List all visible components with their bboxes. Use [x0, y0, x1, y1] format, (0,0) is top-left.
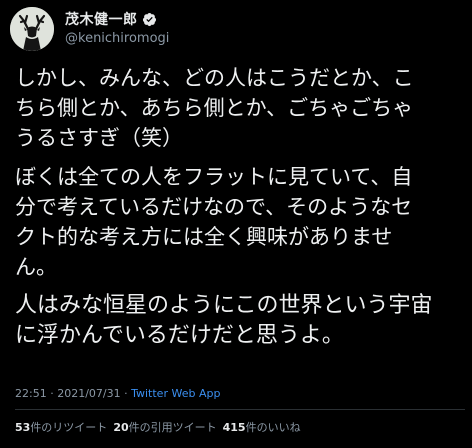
tweet-paragraph: ぼくは全ての人をフラットに見ていて、自 分で考えているだけなので、そのようなセ …: [15, 162, 465, 282]
tweet-line: に浮かんでいるだけだと思うよ。: [15, 323, 344, 348]
tweet-paragraph: しかし、みんな、どの人はこうだとか、こ ちら側とか、あちら側とか、ごちゃごちゃ …: [15, 63, 465, 153]
tweet-time[interactable]: 22:51: [15, 387, 47, 400]
meta-separator: ·: [50, 387, 54, 400]
tweet-line: ぼくは全ての人をフラットに見ていて、自: [15, 165, 413, 189]
tweet-line: ちら側とか、あちら側とか、ごちゃごちゃ: [15, 96, 414, 120]
tweet-date[interactable]: 2021/07/31: [57, 387, 120, 400]
tweet-line: ん。: [15, 255, 57, 279]
retweets-stat[interactable]: 53件のリツイート: [15, 419, 107, 435]
retweets-count: 53: [15, 421, 31, 434]
likes-stat[interactable]: 415件のいいね: [223, 419, 301, 435]
tweet-text: しかし、みんな、どの人はこうだとか、こ ちら側とか、あちら側とか、ごちゃごちゃ …: [15, 63, 465, 360]
tweet-stats: 53件のリツイート 20件の引用ツイート 415件のいいね: [15, 419, 307, 435]
display-name[interactable]: 茂木健一郎: [65, 9, 138, 29]
tweet-meta: 22:51 · 2021/07/31 · Twitter Web App: [15, 387, 220, 400]
verified-badge-icon: [142, 12, 157, 27]
divider: [15, 409, 465, 410]
meta-separator: ·: [124, 387, 128, 400]
tweet-header: 茂木健一郎 @kenichiromogi: [10, 7, 462, 51]
name-row: 茂木健一郎: [65, 9, 157, 29]
tweet-line: しかし、みんな、どの人はこうだとか、こ: [15, 66, 414, 90]
deer-avatar-icon: [10, 7, 54, 51]
tweet-line: 人はみな恒星のようにこの世界という宇宙: [15, 293, 433, 318]
tweet-source-link[interactable]: Twitter Web App: [131, 387, 220, 400]
avatar[interactable]: [10, 7, 54, 51]
retweets-label: 件のリツイート: [30, 421, 108, 434]
tweet-line: クト的な考え方には全く興味がありませ: [15, 225, 393, 249]
tweet-card: 茂木健一郎 @kenichiromogi しかし、みんな、どの人はこうだとか、こ…: [0, 0, 472, 448]
likes-count: 415: [222, 421, 246, 434]
quotes-count: 20: [113, 421, 129, 434]
tweet-line: うるさすぎ（笑）: [15, 126, 183, 150]
tweet-line: 分で考えているだけなので、そのようなセ: [15, 195, 413, 219]
quotes-label: 件の引用ツイート: [128, 421, 217, 434]
user-handle[interactable]: @kenichiromogi: [65, 31, 169, 46]
quotes-stat[interactable]: 20件の引用ツイート: [113, 419, 216, 435]
tweet-paragraph: 人はみな恒星のようにこの世界という宇宙 に浮かんでいるだけだと思うよ。: [15, 291, 465, 351]
likes-label: 件のいいね: [245, 421, 301, 434]
